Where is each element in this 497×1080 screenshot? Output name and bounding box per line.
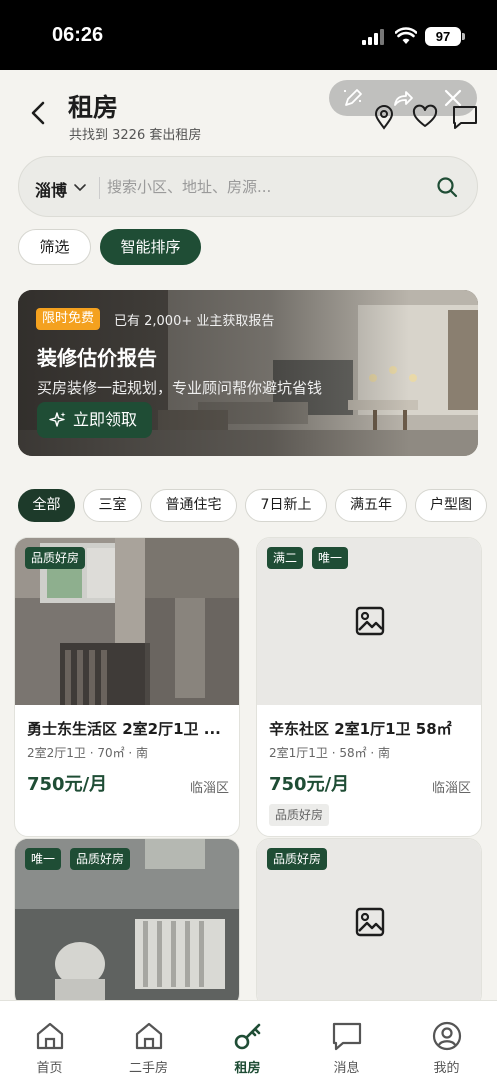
nav-rent-label: 租房 xyxy=(234,1061,261,1076)
sparkle-icon xyxy=(49,412,66,427)
city-selector[interactable]: 淄博 xyxy=(35,177,67,201)
renovation-estimate-banner[interactable]: 限时免费 已有 2,000+ 业主获取报告 装修估价报告 买房装修一起规划，专业… xyxy=(18,290,478,456)
listing-card[interactable]: 满二 唯一 辛东社区 2室1厅1卫 58㎡ 2室1厅1卫 · 58㎡ · 南 7… xyxy=(256,537,482,837)
image-placeholder-icon xyxy=(355,606,385,636)
listing-feature-tag: 品质好房 xyxy=(269,804,330,826)
wifi-icon xyxy=(395,27,417,44)
nav-second-hand-label: 二手房 xyxy=(128,1061,168,1076)
nav-messages-label: 消息 xyxy=(333,1061,360,1076)
heart-icon[interactable] xyxy=(412,104,438,130)
message-icon[interactable] xyxy=(452,104,478,130)
chevron-down-icon[interactable] xyxy=(73,181,87,195)
quality-badge: 品质好房 xyxy=(25,547,86,569)
banner-subtitle: 买房装修一起规划，专业顾问帮你避坑省钱 xyxy=(37,379,323,397)
claim-now-button[interactable]: 立即领取 xyxy=(37,402,152,438)
listing-district: 临淄区 xyxy=(431,781,471,796)
listing-meta: 2室1厅1卫 · 58㎡ · 南 xyxy=(269,746,391,760)
search-input[interactable] xyxy=(107,169,407,205)
search-bar: 淄博 xyxy=(18,156,478,217)
smart-sort-button[interactable]: 智能排序 xyxy=(100,229,201,265)
filter-button[interactable]: 筛选 xyxy=(18,229,91,265)
nav-second-hand[interactable]: 二手房 xyxy=(99,1001,198,1080)
back-arrow-icon[interactable] xyxy=(26,100,52,126)
listing-card[interactable]: 唯一 品质好房 xyxy=(14,838,240,1008)
claim-now-label: 立即领取 xyxy=(73,410,138,429)
tag-over-five-years[interactable]: 满五年 xyxy=(335,489,407,522)
listing-title: 辛东社区 2室1厅1卫 58㎡ xyxy=(269,720,452,738)
page-title: 租房 xyxy=(68,93,119,122)
cellular-signal-icon xyxy=(362,29,386,45)
location-pin-icon[interactable] xyxy=(371,104,397,130)
edit-icon[interactable] xyxy=(341,86,365,110)
bottom-navigation: 首页 二手房 租房 消息 我的 xyxy=(0,1000,497,1080)
sole-property-badge: 唯一 xyxy=(25,848,62,870)
nav-home-label: 首页 xyxy=(36,1061,63,1076)
listing-price: 750元/月 xyxy=(269,774,350,795)
listing-meta: 2室2厅1卫 · 70㎡ · 南 xyxy=(27,746,149,760)
banner-title: 装修估价报告 xyxy=(37,346,157,370)
tag-three-rooms[interactable]: 三室 xyxy=(83,489,142,522)
nav-profile-label: 我的 xyxy=(433,1061,460,1076)
nav-home[interactable]: 首页 xyxy=(0,1001,99,1080)
listing-title: 勇士东生活区 2室2厅1卫 ... xyxy=(27,720,221,738)
tag-all[interactable]: 全部 xyxy=(18,489,75,522)
chat-icon xyxy=(332,1022,362,1051)
listing-district: 临淄区 xyxy=(189,781,229,796)
status-time: 06:26 xyxy=(52,24,104,46)
home-icon xyxy=(36,1022,64,1050)
profile-icon xyxy=(432,1021,462,1051)
tag-floor-plan[interactable]: 户型图 xyxy=(415,489,487,522)
quality-badge: 品质好房 xyxy=(70,848,131,870)
nav-profile[interactable]: 我的 xyxy=(397,1001,496,1080)
sole-property-badge: 唯一 xyxy=(312,547,349,569)
listing-card[interactable]: 品质好房 勇士东生活区 2室2厅1卫 ... 2室2厅1卫 · 70㎡ · 南 … xyxy=(14,537,240,837)
listing-card[interactable]: 品质好房 xyxy=(256,838,482,1008)
house-icon xyxy=(135,1022,163,1050)
nav-messages[interactable]: 消息 xyxy=(297,1001,396,1080)
nav-rent[interactable]: 租房 xyxy=(198,1001,297,1080)
listing-price: 750元/月 xyxy=(27,774,108,795)
image-placeholder-icon xyxy=(355,907,385,937)
result-count: 共找到 3226 套出租房 xyxy=(69,128,202,143)
status-bar: 06:26 97 xyxy=(0,0,497,70)
owners-count-text: 已有 2,000+ 业主获取报告 xyxy=(114,314,275,329)
free-tag: 限时免费 xyxy=(36,308,101,330)
tax-badge: 满二 xyxy=(267,547,304,569)
tag-new-7-days[interactable]: 7日新上 xyxy=(245,489,327,522)
key-icon xyxy=(234,1023,261,1050)
battery-icon: 97 xyxy=(425,27,465,46)
search-icon[interactable] xyxy=(435,175,459,199)
quality-badge: 品质好房 xyxy=(267,848,328,870)
tag-residential[interactable]: 普通住宅 xyxy=(150,489,237,522)
header: 租房 共找到 3226 套出租房 xyxy=(0,70,497,154)
divider xyxy=(99,177,100,199)
